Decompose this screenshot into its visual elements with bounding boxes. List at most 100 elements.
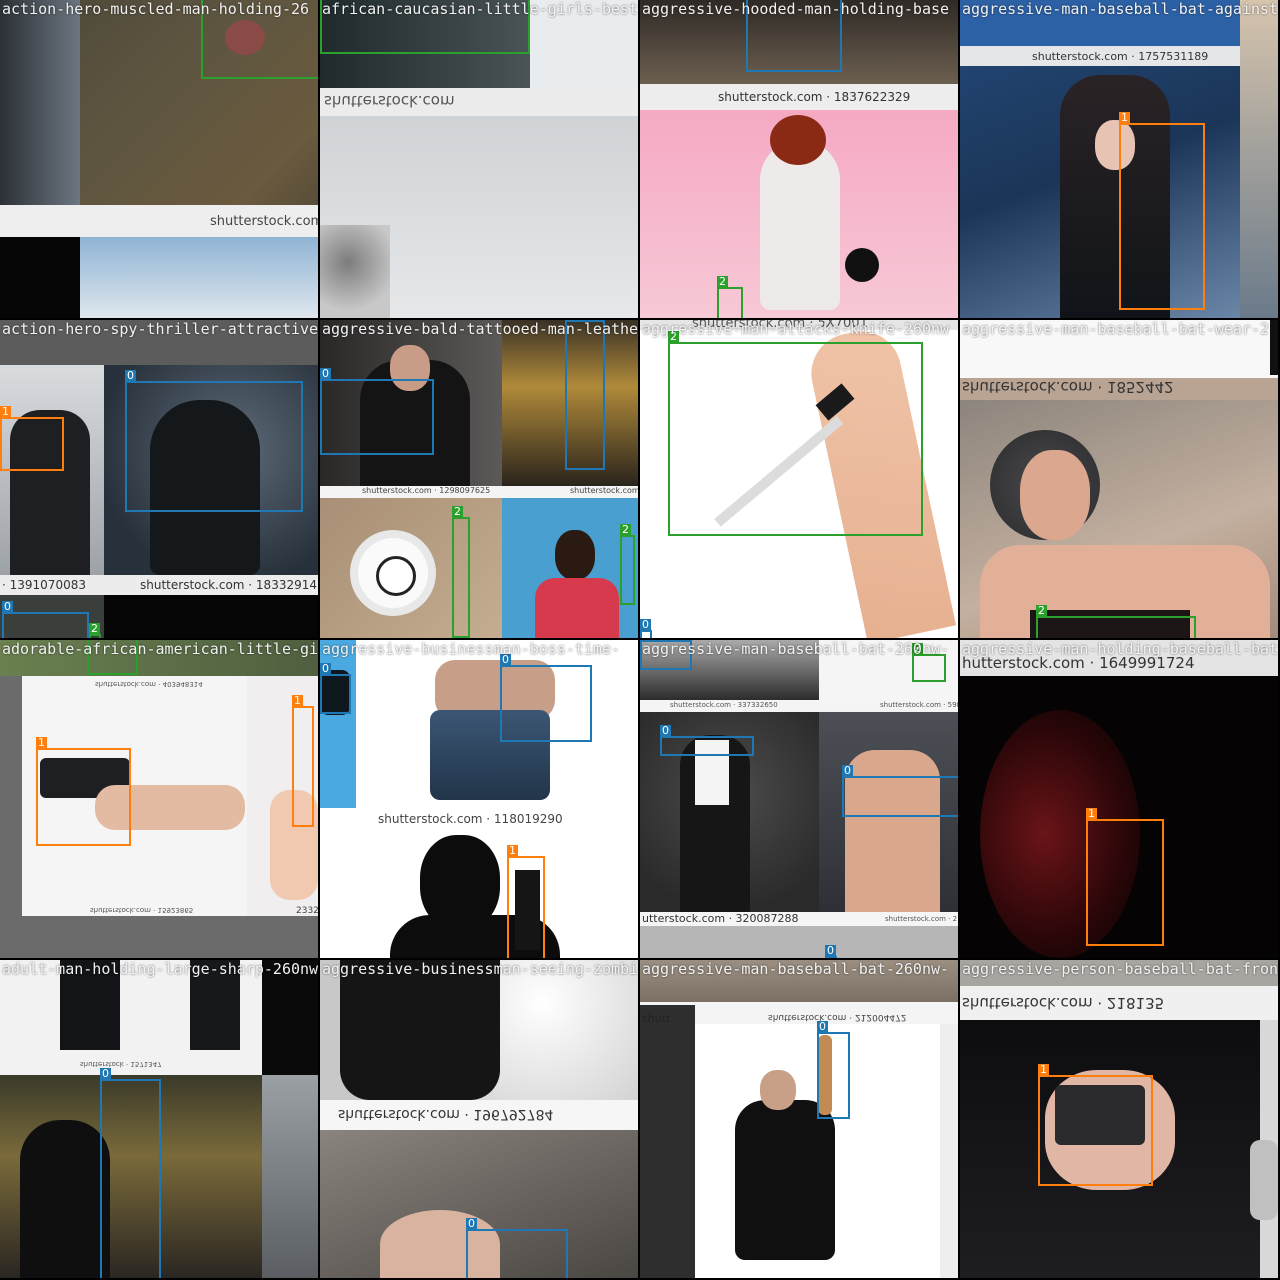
class-id-label: 1 xyxy=(1038,1063,1049,1076)
person-shape xyxy=(760,140,840,310)
mosaic-tile: shutterstock.com · 212004472 shutt aggre… xyxy=(640,960,958,1278)
image-filename-label: aggressive-man-baseball-bat-260nw- xyxy=(642,640,950,658)
mosaic-tile: shutterstock · 1571347 adult-man-holding… xyxy=(0,960,318,1278)
class-id-label: 1 xyxy=(507,844,518,857)
detection-box: 0 xyxy=(2,601,89,638)
watermark: shutterstock.com · 212004472 xyxy=(768,1012,907,1022)
class-id-label: 1 xyxy=(1086,807,1097,820)
class-id-label: 0 xyxy=(125,369,136,382)
photo-region xyxy=(0,0,80,205)
face-shape xyxy=(760,1070,796,1110)
image-filename-label: aggressive-hooded-man-holding-base xyxy=(642,0,950,18)
image-filename-label: aggressive-businessman-boss-time- xyxy=(322,640,621,658)
detection-box: 2 xyxy=(89,623,101,638)
photo-region xyxy=(262,1075,318,1278)
watermark: shutterstock.com · 2106199 xyxy=(885,915,958,923)
watermark: shutterstock.com · 118019290 xyxy=(378,812,563,826)
detection-box: 2 xyxy=(1036,605,1196,638)
detection-box: 1 xyxy=(1086,808,1164,946)
detection-box: 2 xyxy=(452,506,470,638)
detection-box: 0 xyxy=(565,320,605,470)
watermark: shutterstock.com · 1298097625 xyxy=(362,486,491,495)
watermark: shutterstock.com · 1837622329 xyxy=(718,90,911,104)
class-id-label: 0 xyxy=(825,944,836,957)
watermark: 2332 xyxy=(296,906,318,916)
class-id-label: 0 xyxy=(660,724,671,737)
person-shape xyxy=(340,960,500,1100)
clock-shape xyxy=(376,556,416,596)
photo-region xyxy=(0,237,80,318)
watermark: shutterstock.com · 15923865 xyxy=(90,906,194,914)
detection-box: 0 xyxy=(320,663,351,714)
class-id-label: 2 xyxy=(1036,604,1047,617)
photo-region xyxy=(640,1005,695,1278)
watermark: · 1391070083 xyxy=(2,578,86,592)
person-shape xyxy=(20,1120,110,1278)
photo-region xyxy=(640,926,958,958)
watermark: shutterstock.com · 1319155760 xyxy=(570,486,638,495)
detection-box: 2 xyxy=(620,524,635,605)
detection-box: 1 xyxy=(1119,112,1205,310)
class-id-label: 2 xyxy=(717,275,728,288)
mosaic-tile: shutterstock.com · 1 action-hero-muscled… xyxy=(0,0,318,318)
watermark: shutterstock.com · 1757531189 xyxy=(1032,50,1209,63)
class-id-label: 2 xyxy=(89,622,100,635)
mosaic-tile: shutterstock.com · 118019290 aggressive-… xyxy=(320,640,638,958)
detection-box: 1 xyxy=(292,695,314,827)
mosaic-tile: shutterstock.com · 218135 aggressive-per… xyxy=(960,960,1278,1278)
class-id-label: 2 xyxy=(452,505,463,518)
class-id-label: 0 xyxy=(640,618,651,631)
watermark: shutterstock.com · 403948314 xyxy=(95,680,203,688)
image-filename-label: adorable-african-american-little-girl- xyxy=(2,640,318,658)
image-filename-label: aggressive-man-baseball-bat-wear-2 xyxy=(962,320,1270,338)
watermark: shutterstock.com · 218135 xyxy=(962,994,1165,1012)
class-id-label: 0 xyxy=(2,600,13,613)
face-shape xyxy=(555,530,595,580)
detection-box: 2 xyxy=(668,331,923,536)
detection-box: 0 xyxy=(320,368,434,455)
class-id-label: 0 xyxy=(100,1067,111,1080)
person-shape xyxy=(535,578,619,638)
watermark: shutterstock · 1571347 xyxy=(80,1060,162,1068)
image-filename-label: aggressive-businessman-seeing-zombi xyxy=(322,960,638,978)
photo-region xyxy=(1270,320,1278,375)
detection-box: 2 xyxy=(912,643,946,682)
detection-box: 1 xyxy=(1038,1064,1153,1186)
detection-box: 2 xyxy=(717,276,743,318)
person-shape xyxy=(735,1100,835,1260)
mosaic-tile: shutterstock.com · 1852442 aggressive-ma… xyxy=(960,320,1278,638)
watermark: shutterstock.com · 1 xyxy=(210,214,318,229)
class-id-label: 0 xyxy=(320,367,331,380)
class-id-label: 2 xyxy=(620,523,631,536)
image-filename-label: aggressive-man-baseball-bat-260nw- xyxy=(642,960,950,978)
detection-box: 0 xyxy=(817,1021,850,1119)
person-shape xyxy=(845,750,940,912)
image-filename-label: action-hero-muscled-man-holding-26 xyxy=(2,0,310,18)
mosaic-tile: shutterstock.com · 1298097625 shuttersto… xyxy=(320,320,638,638)
mosaic-tile: shutterstock.com · 1837622329 aggressive… xyxy=(640,0,958,318)
image-filename-label: aggressive-man-baseball-bat-against xyxy=(962,0,1278,18)
image-filename-label: aggressive-bald-tattooed-man-leather xyxy=(322,320,638,338)
watermark: shutterstock.com · 337332650 xyxy=(670,701,778,709)
class-id-label: 1 xyxy=(1119,111,1130,124)
class-id-label: 1 xyxy=(36,736,47,749)
photo-region xyxy=(1240,0,1278,318)
mosaic-tile: shutterstock.com · 337332650 shutterstoc… xyxy=(640,640,958,958)
image-filename-label: aggressive-man-holding-baseball-bat- xyxy=(962,640,1278,658)
hair-shape xyxy=(770,115,826,165)
image-filename-label: aggressive-person-baseball-bat-front- xyxy=(962,960,1278,978)
class-id-label: 0 xyxy=(842,764,853,777)
photo-region xyxy=(1250,1140,1278,1220)
image-filename-label: african-caucasian-little-girls-best-26 xyxy=(322,0,638,18)
watermark: shutterstock.com · 5984781 xyxy=(880,701,958,709)
detection-box: 1 xyxy=(0,406,64,471)
watermark: shutterstock.com xyxy=(324,92,455,110)
mosaic-tile: shutterstock.com · 403948314 shutterstoc… xyxy=(0,640,318,958)
face-shape xyxy=(320,225,390,318)
detection-box: 0 xyxy=(660,725,754,756)
face-shape xyxy=(1020,450,1090,540)
photo-region xyxy=(80,237,318,318)
watermark: utterstock.com · 320087288 xyxy=(642,912,799,925)
mosaic-tile: · 1391070083 shutterstock.com · 18332914… xyxy=(0,320,318,638)
mosaic-tile: shutterstock.com · 5X7001 aggressive-man… xyxy=(640,320,958,638)
